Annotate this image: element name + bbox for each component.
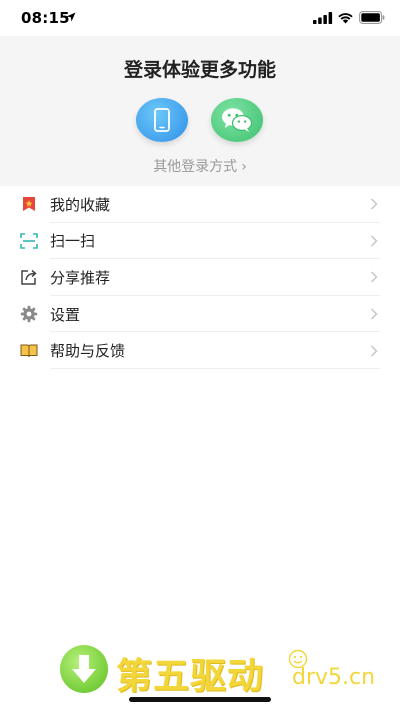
scan-icon [20, 232, 38, 250]
menu-item-scan[interactable]: 扫一扫 [0, 223, 400, 260]
menu-item-label: 设置 [50, 305, 81, 324]
wechat-icon [222, 108, 253, 132]
other-login-label: 其他登录方式 [153, 159, 238, 175]
chevron-right-icon [371, 198, 378, 210]
menu-item-favorites[interactable]: 我的收藏 [0, 186, 400, 223]
bookmark-icon [20, 195, 38, 213]
menu-item-label: 扫一扫 [50, 232, 96, 251]
watermark-url: drv5.cn [292, 665, 376, 690]
watermark: 第五驱动 drv5.cn [60, 645, 390, 697]
menu-item-help[interactable]: 帮助与反馈 [0, 332, 400, 369]
login-header: 登录体验更多功能 其他登录方式 › [0, 36, 400, 186]
menu-item-settings[interactable]: 设置 [0, 296, 400, 333]
menu-item-label: 我的收藏 [50, 195, 111, 214]
chevron-right-icon [371, 345, 378, 357]
phone-icon [154, 108, 170, 132]
home-indicator[interactable] [129, 697, 271, 702]
battery-icon [359, 11, 385, 24]
phone-login-button[interactable] [136, 98, 188, 142]
chevron-right-icon [371, 235, 378, 247]
profile-screen: 08:15 登录体验更多功能 其他登录方式 › 我的收藏 扫一扫 分享推荐 设置… [0, 0, 400, 711]
menu-item-share[interactable]: 分享推荐 [0, 259, 400, 296]
download-arrow-icon [60, 645, 108, 693]
menu-item-label: 分享推荐 [50, 268, 111, 287]
menu-item-label: 帮助与反馈 [50, 342, 126, 361]
wifi-icon [338, 13, 353, 24]
chevron-right-icon [371, 271, 378, 283]
chevron-right-icon: › [241, 159, 247, 175]
share-icon [20, 268, 38, 286]
menu-list: 我的收藏 扫一扫 分享推荐 设置 帮助与反馈 [0, 186, 400, 369]
chevron-right-icon [371, 308, 378, 320]
gear-icon [20, 305, 38, 323]
watermark-brand: 第五驱动 [116, 656, 265, 697]
login-title: 登录体验更多功能 [123, 59, 276, 81]
other-login-methods-link[interactable]: 其他登录方式 › [0, 156, 400, 176]
status-time: 08:15 [21, 9, 70, 27]
location-arrow-icon [66, 12, 76, 22]
status-bar: 08:15 [0, 0, 400, 36]
signal-icon [313, 12, 333, 24]
book-icon [20, 342, 38, 360]
wechat-login-button[interactable] [211, 98, 263, 142]
